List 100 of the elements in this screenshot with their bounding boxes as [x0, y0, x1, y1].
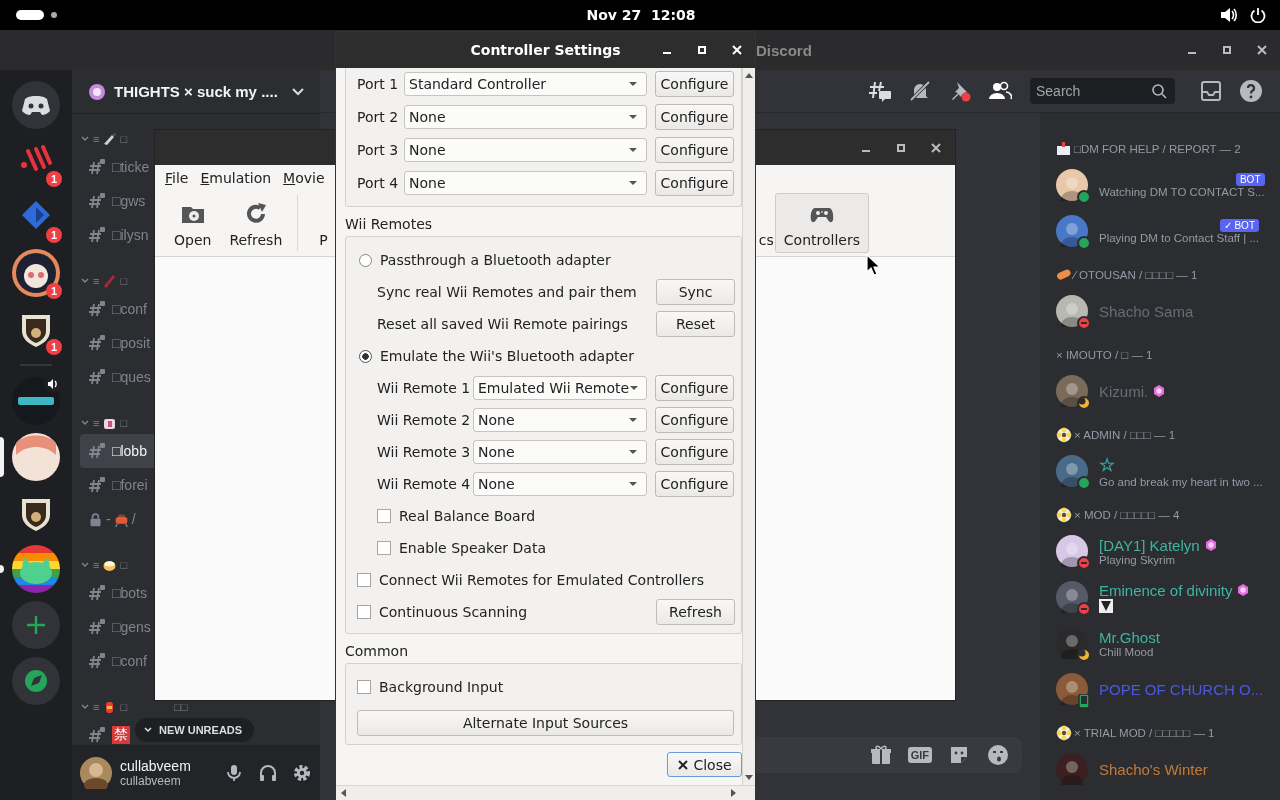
search-field[interactable]: Search — [1030, 78, 1175, 104]
configure-button[interactable]: Reset — [656, 311, 735, 337]
server-header[interactable]: THIGHTS × suck my .... — [72, 70, 320, 114]
channel-item[interactable]: □posit — [80, 326, 155, 360]
configure-button[interactable]: Configure — [655, 104, 734, 130]
power-icon[interactable] — [1250, 7, 1266, 23]
channel-item[interactable]: - / — [80, 502, 155, 536]
category-label[interactable]: □ — [120, 275, 128, 287]
channel-item[interactable]: □conf — [80, 644, 155, 678]
settings-icon[interactable] — [292, 762, 312, 783]
channel-item[interactable]: □conf — [80, 292, 155, 326]
scroll-left-icon[interactable] — [340, 789, 346, 797]
member-item[interactable]: Eminence of divinity — [1056, 575, 1274, 619]
scrollbar[interactable] — [336, 785, 755, 800]
menu-item[interactable]: Movie — [283, 169, 325, 186]
radio-button[interactable] — [359, 349, 372, 363]
channel-item[interactable]: □gws — [80, 184, 155, 218]
category-label[interactable]: □ — [120, 133, 128, 145]
category-label[interactable]: ≡ — [93, 417, 100, 429]
member-item[interactable]: ✓ BOT Playing DM to Contact Staff | ... — [1056, 209, 1274, 253]
channel-item[interactable]: □bots — [80, 576, 155, 610]
member-item[interactable]: [DAY1] Katelyn Playing Skyrim — [1056, 529, 1274, 573]
channel-item[interactable]: □ticke — [80, 150, 155, 184]
menu-item[interactable]: File — [165, 169, 189, 186]
category-label[interactable]: □ — [120, 701, 128, 713]
toolbar-button[interactable]: Controllers — [774, 193, 869, 253]
configure-button[interactable]: Configure — [655, 439, 734, 465]
maximize-icon[interactable] — [895, 141, 907, 154]
channel-item[interactable]: □lobb — [80, 434, 155, 468]
home-button[interactable] — [12, 81, 60, 129]
configure-button[interactable]: Refresh — [656, 599, 735, 625]
scroll-up-icon[interactable] — [745, 72, 753, 78]
close-icon[interactable] — [930, 141, 942, 154]
explore-button[interactable] — [12, 657, 60, 705]
category-label[interactable]: ≡ — [93, 133, 100, 145]
microphone-icon[interactable] — [224, 762, 244, 783]
checkbox[interactable] — [357, 573, 371, 587]
member-item[interactable]: Shacho's Winter — [1056, 747, 1274, 791]
configure-button[interactable]: Configure — [655, 137, 734, 163]
category-label[interactable]: □□ — [174, 701, 188, 713]
member-item[interactable]: BOT Watching DM TO CONTACT S... — [1056, 163, 1274, 207]
maximize-icon[interactable] — [1221, 44, 1233, 56]
workspace-indicator-icon[interactable] — [16, 9, 60, 21]
category-label[interactable]: □ — [120, 559, 128, 571]
maximize-icon[interactable] — [696, 44, 708, 56]
server-icon[interactable] — [12, 249, 60, 297]
toolbar-button[interactable]: P — [304, 193, 329, 253]
category-label[interactable]: ≡ — [93, 275, 100, 287]
channel-item[interactable]: □ilysn — [80, 218, 155, 252]
checkbox[interactable] — [357, 680, 371, 694]
channel-item[interactable]: □forei — [80, 468, 155, 502]
dropdown[interactable]: None — [404, 105, 647, 129]
configure-button[interactable]: Configure — [655, 71, 734, 97]
close-icon[interactable] — [1256, 44, 1268, 56]
channel-item[interactable]: □ques — [80, 360, 155, 394]
category-label[interactable]: ≡ — [93, 701, 100, 713]
new-unreads-button[interactable]: NEW UNREADS — [135, 718, 255, 742]
help-icon[interactable] — [1239, 79, 1263, 103]
gif-button[interactable]: GIF — [907, 747, 932, 763]
checkbox[interactable] — [377, 541, 391, 555]
checkbox[interactable] — [357, 605, 371, 619]
category-label[interactable]: ≡ — [93, 559, 100, 571]
configure-button[interactable]: Sync — [656, 279, 735, 305]
dropdown[interactable]: None — [404, 171, 647, 195]
dropdown[interactable]: Standard Controller — [404, 72, 647, 96]
clock[interactable]: Nov 27 12:08 — [586, 7, 696, 23]
dropdown[interactable]: None — [473, 408, 647, 432]
member-item[interactable]: ☆ Go and break my heart in two ... — [1056, 449, 1274, 493]
toolbar-button[interactable]: cs — [757, 193, 775, 253]
headphones-icon[interactable] — [258, 762, 278, 783]
emoji-icon[interactable] — [986, 743, 1010, 767]
configure-button[interactable]: Configure — [655, 375, 734, 401]
toolbar-button[interactable]: Refresh — [220, 193, 292, 253]
inbox-icon[interactable] — [1199, 79, 1223, 103]
dropdown[interactable]: None — [404, 138, 647, 162]
toolbar-button[interactable]: Open — [165, 193, 221, 253]
volume-icon[interactable] — [1220, 7, 1238, 23]
configure-button[interactable]: Configure — [655, 170, 734, 196]
member-item[interactable]: Mr.Ghost Chill Mood — [1056, 621, 1274, 665]
add-server-button[interactable] — [12, 601, 60, 649]
radio-button[interactable] — [359, 253, 372, 267]
configure-button[interactable]: Configure — [655, 407, 734, 433]
scroll-right-icon[interactable] — [731, 789, 737, 797]
gift-icon[interactable] — [868, 743, 893, 767]
channel-item[interactable]: □gens — [80, 610, 155, 644]
threads-icon[interactable] — [868, 79, 892, 103]
dropdown[interactable]: Emulated Wii Remote — [473, 376, 647, 400]
category-label[interactable]: □ — [120, 417, 128, 429]
user-avatar[interactable] — [80, 756, 112, 789]
scrollbar[interactable] — [742, 68, 755, 785]
dropdown[interactable]: None — [473, 472, 647, 496]
mute-bell-icon[interactable] — [908, 79, 932, 103]
configure-button[interactable]: Configure — [655, 471, 734, 497]
checkbox[interactable] — [377, 509, 391, 523]
server-icon[interactable] — [12, 433, 60, 481]
menu-item[interactable]: Emulation — [200, 169, 272, 186]
close-button[interactable]: Close — [667, 752, 742, 777]
scroll-down-icon[interactable] — [745, 775, 753, 781]
channel-item[interactable]: 禁 — [80, 718, 132, 745]
alternate-input-button[interactable]: Alternate Input Sources — [357, 710, 734, 736]
